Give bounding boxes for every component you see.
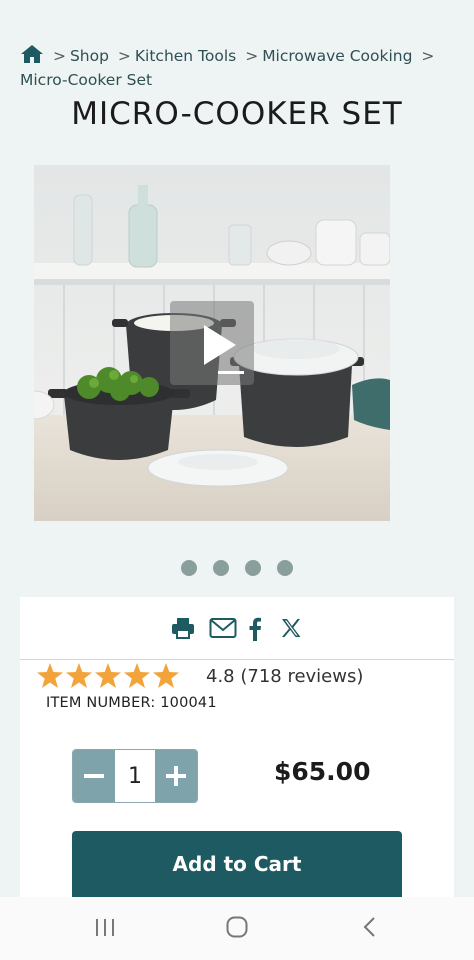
email-icon[interactable]: [209, 617, 237, 639]
carousel-dots: [0, 560, 474, 580]
share-row: [20, 597, 454, 660]
breadcrumb-item-microwave-cooking[interactable]: Microwave Cooking: [262, 47, 412, 65]
star-rating-icon: [37, 663, 179, 688]
back-icon[interactable]: [358, 915, 382, 939]
plus-icon: [166, 766, 186, 786]
quantity-increase-button[interactable]: [155, 750, 197, 802]
carousel-dot-4[interactable]: [277, 560, 293, 576]
breadcrumb-current: Micro-Cooker Set: [20, 71, 153, 89]
recent-apps-icon[interactable]: [93, 915, 117, 939]
breadcrumb-item-shop[interactable]: Shop: [70, 47, 109, 65]
x-icon[interactable]: [280, 617, 302, 639]
minus-icon: [84, 774, 104, 778]
breadcrumb-item-kitchen-tools[interactable]: Kitchen Tools: [135, 47, 236, 65]
add-to-cart-button[interactable]: Add to Cart: [72, 831, 402, 897]
system-navigation-bar: [0, 897, 474, 960]
rating-text[interactable]: 4.8 (718 reviews): [206, 666, 363, 687]
breadcrumb-separator: >: [245, 47, 259, 65]
video-play-button[interactable]: [170, 301, 254, 385]
price: $65.00: [274, 757, 371, 786]
breadcrumb: > Shop > Kitchen Tools > Microwave Cooking …: [20, 44, 460, 92]
carousel-dot-2[interactable]: [213, 560, 229, 576]
home-nav-icon[interactable]: [225, 915, 249, 939]
page-title: MICRO-COOKER SET: [71, 96, 403, 132]
item-number: ITEM NUMBER: 100041: [46, 695, 217, 711]
carousel-dot-1[interactable]: [181, 560, 197, 576]
print-icon[interactable]: [171, 617, 195, 639]
breadcrumb-separator: >: [52, 47, 66, 65]
facebook-icon[interactable]: [248, 617, 262, 641]
home-icon[interactable]: [20, 44, 44, 64]
quantity-input[interactable]: [115, 750, 155, 802]
quantity-decrease-button[interactable]: [73, 750, 115, 802]
play-icon: [204, 325, 244, 374]
breadcrumb-separator: >: [421, 47, 435, 65]
breadcrumb-separator: >: [117, 47, 131, 65]
quantity-stepper: [72, 749, 198, 803]
carousel-dot-3[interactable]: [245, 560, 261, 576]
